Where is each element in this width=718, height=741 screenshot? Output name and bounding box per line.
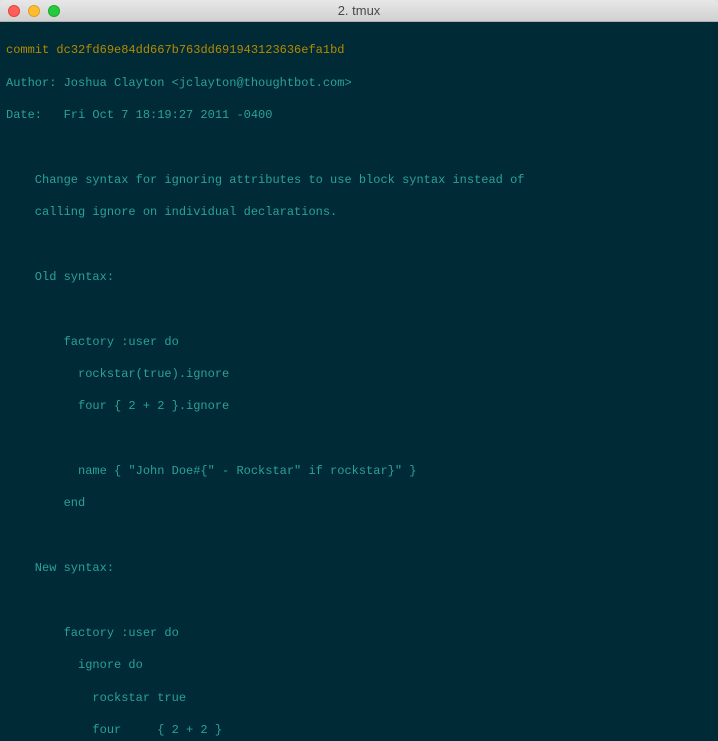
blank-line <box>6 528 712 544</box>
commit-msg-line: Change syntax for ignoring attributes to… <box>6 172 712 188</box>
commit-msg-line: factory :user do <box>6 625 712 641</box>
blank-line <box>6 301 712 317</box>
date-line: Date: Fri Oct 7 18:19:27 2011 -0400 <box>6 107 712 123</box>
blank-line <box>6 431 712 447</box>
commit-msg-line: Old syntax: <box>6 269 712 285</box>
commit-msg-line: calling ignore on individual declaration… <box>6 204 712 220</box>
commit-msg-line: end <box>6 495 712 511</box>
traffic-lights <box>8 5 60 17</box>
commit-msg-line: four { 2 + 2 } <box>6 722 712 738</box>
commit-msg-line: four { 2 + 2 }.ignore <box>6 398 712 414</box>
commit-line: commit dc32fd69e84dd667b763dd69194312363… <box>6 42 712 58</box>
commit-msg-line: ignore do <box>6 657 712 673</box>
commit-msg-line: New syntax: <box>6 560 712 576</box>
blank-line <box>6 139 712 155</box>
close-icon[interactable] <box>8 5 20 17</box>
author-line: Author: Joshua Clayton <jclayton@thought… <box>6 75 712 91</box>
commit-label: commit <box>6 43 49 57</box>
titlebar[interactable]: 2. tmux <box>0 0 718 22</box>
commit-msg-line: factory :user do <box>6 334 712 350</box>
commit-msg-line: rockstar true <box>6 690 712 706</box>
terminal-window: 2. tmux commit dc32fd69e84dd667b763dd691… <box>0 0 718 741</box>
blank-line <box>6 236 712 252</box>
blank-line <box>6 593 712 609</box>
window-title: 2. tmux <box>338 3 381 18</box>
maximize-icon[interactable] <box>48 5 60 17</box>
commit-msg-line: rockstar(true).ignore <box>6 366 712 382</box>
minimize-icon[interactable] <box>28 5 40 17</box>
commit-hash: dc32fd69e84dd667b763dd691943123636efa1bd <box>56 43 344 57</box>
commit-msg-line: name { "John Doe#{" - Rockstar" if rocks… <box>6 463 712 479</box>
terminal-content[interactable]: commit dc32fd69e84dd667b763dd69194312363… <box>0 22 718 741</box>
